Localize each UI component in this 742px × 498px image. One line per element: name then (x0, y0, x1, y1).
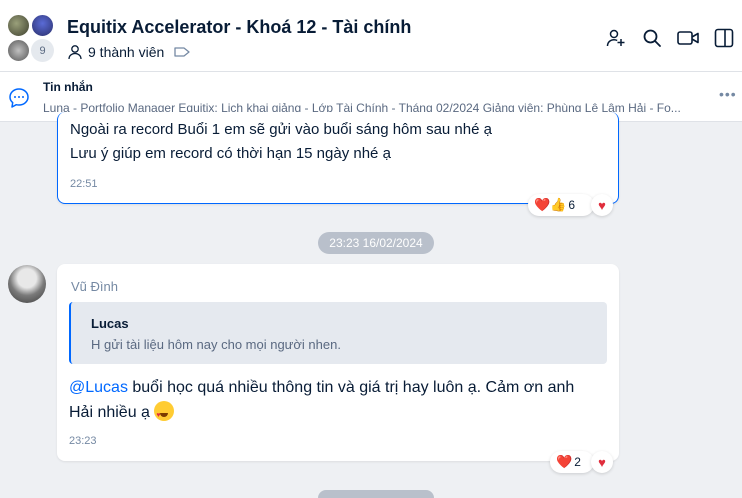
quoted-message[interactable]: Lucas H gửi tài liệu hôm nay cho mọi ngư… (69, 302, 607, 364)
heart-eyes-emoji-icon (154, 401, 175, 428)
sidebar-toggle-icon[interactable] (706, 26, 742, 50)
date-divider: 23:23 16/02/2024 (318, 232, 434, 254)
member-avatar (7, 39, 30, 62)
message-bubble[interactable]: Vũ Đình Lucas H gửi tài liệu hôm nay cho… (57, 264, 619, 461)
person-icon (68, 45, 82, 60)
video-call-icon[interactable] (670, 26, 706, 50)
message-line: Ngoài ra record Buổi 1 em sẽ gửi vào buổ… (70, 121, 492, 138)
reaction-summary[interactable]: ❤️ 2 (550, 451, 594, 473)
member-avatar (31, 14, 54, 37)
members-label: 9 thành viên (88, 44, 165, 60)
message-time: 22:51 (70, 178, 98, 190)
reaction-emojis: ❤️ (556, 454, 573, 469)
message-bubble[interactable]: Ngoài ra record Buổi 1 em sẽ gửi vào buổ… (57, 112, 619, 204)
heart-react-button[interactable]: ♥ (591, 194, 613, 216)
reaction-emojis: ❤️👍 (534, 197, 567, 212)
message-body: buổi học quá nhiều thông tin và giá trị … (69, 379, 575, 421)
quote-text: H gửi tài liệu hôm nay cho mọi người nhe… (91, 337, 341, 352)
sender-name: Vũ Đình (71, 279, 118, 294)
reaction-summary[interactable]: ❤️👍 6 (528, 194, 594, 216)
more-options-icon[interactable]: ••• (719, 86, 737, 102)
reaction-count: 2 (574, 455, 581, 469)
reaction-count: 6 (568, 198, 576, 212)
message-time: 23:23 (69, 435, 97, 447)
heart-react-button[interactable]: ♥ (591, 451, 613, 473)
members-row[interactable]: 9 thành viên (67, 44, 190, 60)
search-icon[interactable] (634, 26, 670, 50)
pinned-title: Tin nhắn (43, 80, 93, 94)
date-divider-partial (318, 490, 434, 498)
mention-link[interactable]: @Lucas (69, 379, 128, 396)
message-line: Lưu ý giúp em record có thời hạn 15 ngày… (70, 145, 391, 162)
message-text: @Lucas buổi học quá nhiều thông tin và g… (69, 375, 589, 428)
group-title[interactable]: Equitix Accelerator - Khoá 12 - Tài chín… (67, 17, 411, 38)
group-avatar[interactable]: 9 (7, 14, 57, 62)
person-add-icon[interactable] (598, 26, 634, 50)
avatar[interactable] (8, 265, 46, 303)
member-avatar (7, 14, 30, 37)
tag-icon[interactable] (174, 46, 190, 58)
member-count-badge: 9 (31, 39, 54, 62)
chat-bubble-icon (9, 88, 29, 108)
chat-header: 9 Equitix Accelerator - Khoá 12 - Tài ch… (0, 0, 742, 72)
quote-author: Lucas (91, 316, 129, 331)
